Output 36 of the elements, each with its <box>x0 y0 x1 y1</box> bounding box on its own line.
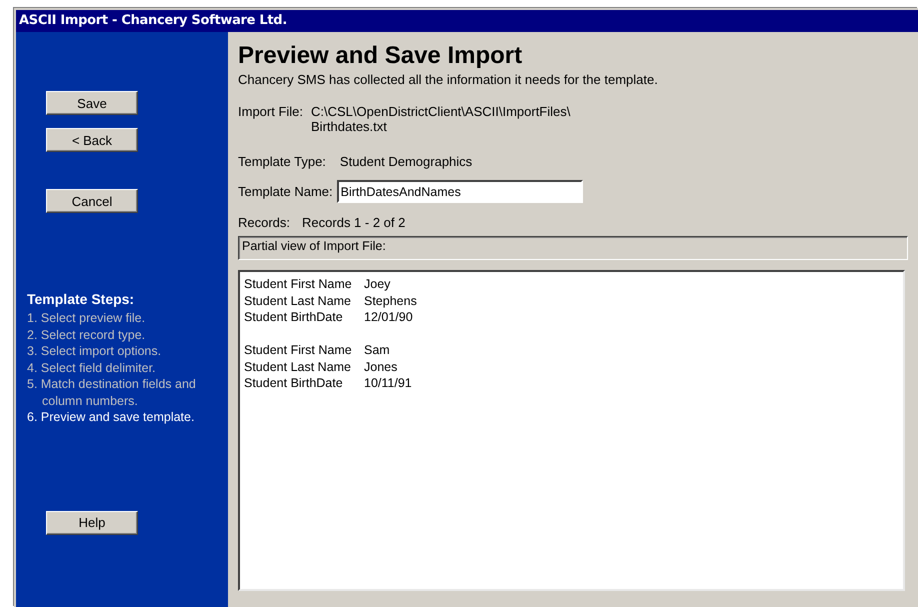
field-value: Student Demographics <box>340 154 472 169</box>
field-value: 10/11/91 <box>364 375 412 392</box>
field-value: Stephens <box>364 292 417 309</box>
field-label: Template Type: <box>238 154 326 169</box>
file-path: C:\CSL\OpenDistrictClient\ASCII\ImportFiles\ <box>311 104 570 119</box>
field-label: Template Name: <box>238 184 333 199</box>
field-name: Student First Name <box>244 342 353 358</box>
field-value: Jones <box>364 358 398 375</box>
field-name: Student First Name <box>244 276 353 292</box>
field-name: Student BirthDate <box>244 309 344 326</box>
steps-title: Template Steps: <box>27 291 134 307</box>
step-item: 1. Select preview file. <box>27 311 146 325</box>
window-title: ASCII Import - Chancery Software Ltd. <box>16 10 918 32</box>
intro-text: Chancery SMS has collected all the information it needs for the template. <box>238 72 659 87</box>
file-name: Birthdates.txt <box>311 119 388 134</box>
field-value: Joey <box>364 276 390 292</box>
step-item: 5. Match destination fields and column numbers. <box>27 377 196 408</box>
field-value: Records 1 - 2 of 2 <box>302 215 406 230</box>
step-item: 2. Select record type. <box>27 328 146 342</box>
page-heading: Preview and Save Import <box>238 42 524 70</box>
save-button[interactable]: Save <box>46 91 138 115</box>
field-name: Student Last Name <box>244 358 352 375</box>
back-button[interactable]: < Back <box>46 128 138 152</box>
help-button[interactable]: Help <box>46 510 138 534</box>
field-name: Student Last Name <box>244 292 352 309</box>
field-value: Sam <box>364 342 390 358</box>
step-item: 4. Select field delimiter. <box>27 360 156 374</box>
field-label: Records: <box>238 215 290 230</box>
field-name: Student BirthDate <box>244 375 344 392</box>
template-name-field[interactable]: BirthDatesAndNames <box>336 180 583 203</box>
cancel-button[interactable]: Cancel <box>46 189 138 213</box>
field-value: 12/01/90 <box>364 309 413 326</box>
step-item: 6. Preview and save template. <box>27 410 194 424</box>
field-label: Import File: <box>238 104 304 121</box>
section-header: Partial view of Import File: <box>238 236 908 260</box>
step-item: 3. Select import options. <box>27 344 162 358</box>
